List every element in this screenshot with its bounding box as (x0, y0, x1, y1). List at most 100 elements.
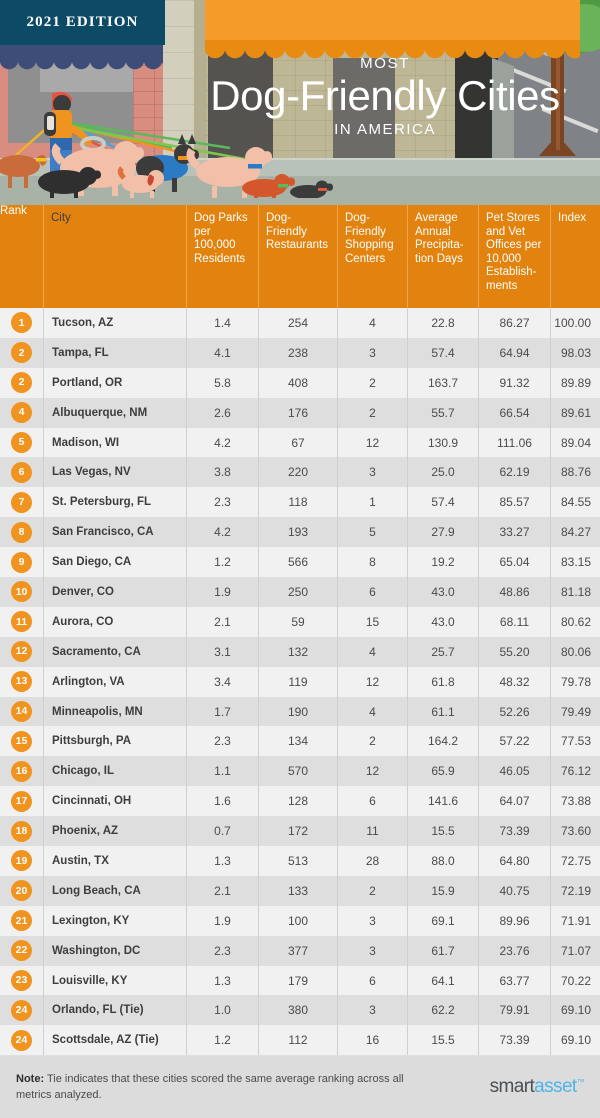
cell-shopping: 2 (337, 397, 407, 428)
rank-badge: 4 (11, 402, 32, 424)
cell-precipitation: 22.8 (407, 308, 478, 338)
cell-pet-stores: 111.06 (478, 427, 550, 458)
cell-dog-parks: 1.6 (186, 786, 258, 817)
cell-index: 77.53 (550, 726, 600, 757)
table-row[interactable]: 5 Madison, WI 4.2 67 12 130.9 111.06 89.04 (0, 427, 600, 458)
cell-shopping: 2 (337, 875, 407, 906)
cell-shopping: 4 (337, 308, 407, 338)
cell-shopping: 8 (337, 547, 407, 578)
smartasset-logo[interactable]: smartasset™ (489, 1076, 585, 1098)
cell-pet-stores: 33.27 (478, 517, 550, 548)
column-header-precipitation[interactable]: Average Annual Precipita-tion Days (407, 205, 478, 308)
table-row[interactable]: 15 Pittsburgh, PA 2.3 134 2 164.2 57.22 77.53 (0, 726, 600, 757)
table-row[interactable]: 14 Minneapolis, MN 1.7 190 4 61.1 52.26 79.49 (0, 696, 600, 727)
cell-index: 89.89 (550, 367, 600, 398)
table-row[interactable]: 11 Aurora, CO 2.1 59 15 43.0 68.11 80.62 (0, 606, 600, 637)
cell-rank: 4 (0, 398, 43, 428)
table-row[interactable]: 24 Orlando, FL (Tie) 1.0 380 3 62.2 79.91 69.10 (0, 995, 600, 1026)
cell-city: Pittsburgh, PA (43, 726, 186, 757)
cell-index: 88.76 (550, 457, 600, 488)
cell-rank: 6 (0, 457, 43, 487)
table-row[interactable]: 19 Austin, TX 1.3 513 28 88.0 64.80 72.75 (0, 846, 600, 876)
table-row[interactable]: 20 Long Beach, CA 2.1 133 2 15.9 40.75 72.19 (0, 875, 600, 906)
table-row[interactable]: 1 Tucson, AZ 1.4 254 4 22.8 86.27 100.00 (0, 308, 600, 338)
column-header-pet-stores[interactable]: Pet Stores and Vet Offices per 10,000 Es… (478, 205, 550, 308)
table-row[interactable]: 23 Louisville, KY 1.3 179 6 64.1 63.77 70.22 (0, 965, 600, 996)
rank-badge: 13 (11, 671, 32, 693)
table-row[interactable]: 21 Lexington, KY 1.9 100 3 69.1 89.96 71.91 (0, 905, 600, 936)
cell-pet-stores: 89.96 (478, 905, 550, 936)
cell-city: Cincinnati, OH (43, 786, 186, 817)
cell-city: Albuquerque, NM (43, 397, 186, 428)
cell-index: 73.88 (550, 786, 600, 817)
table-row[interactable]: 22 Washington, DC 2.3 377 3 61.7 23.76 71.07 (0, 935, 600, 966)
rank-badge: 16 (11, 760, 32, 782)
table-row[interactable]: 10 Denver, CO 1.9 250 6 43.0 48.86 81.18 (0, 577, 600, 607)
table-row[interactable]: 18 Phoenix, AZ 0.7 172 11 15.5 73.39 73.60 (0, 816, 600, 847)
cell-rank: 1 (0, 308, 43, 338)
column-header-shopping[interactable]: Dog-Friendly Shopping Centers (337, 205, 407, 308)
cell-pet-stores: 64.07 (478, 786, 550, 817)
cell-dog-parks: 2.1 (186, 606, 258, 637)
infographic-root: MOST Dog-Friendly Cities IN AMERICA 2021… (0, 0, 600, 1118)
column-header-dog-parks[interactable]: Dog Parks per 100,000 Residents (186, 205, 258, 308)
table-row[interactable]: 4 Albuquerque, NM 2.6 176 2 55.7 66.54 89.61 (0, 397, 600, 428)
cell-dog-parks: 3.4 (186, 666, 258, 697)
cell-rank: 7 (0, 487, 43, 517)
table-row[interactable]: 17 Cincinnati, OH 1.6 128 6 141.6 64.07 73.88 (0, 786, 600, 817)
cell-restaurants: 254 (258, 308, 337, 338)
cell-restaurants: 100 (258, 905, 337, 936)
cell-pet-stores: 48.32 (478, 666, 550, 697)
table-row[interactable]: 13 Arlington, VA 3.4 119 12 61.8 48.32 79.78 (0, 666, 600, 697)
cell-index: 100.00 (550, 308, 600, 338)
cell-precipitation: 25.0 (407, 457, 478, 488)
table-row[interactable]: 7 St. Petersburg, FL 2.3 118 1 57.4 85.57 84.55 (0, 487, 600, 518)
cell-city: Portland, OR (43, 367, 186, 398)
cell-precipitation: 164.2 (407, 726, 478, 757)
cell-rank: 17 (0, 786, 43, 816)
footer: Note: Tie indicates that these cities sc… (0, 1056, 600, 1118)
cell-rank: 5 (0, 428, 43, 458)
cell-precipitation: 25.7 (407, 636, 478, 667)
cell-restaurants: 193 (258, 517, 337, 548)
table-row[interactable]: 12 Sacramento, CA 3.1 132 4 25.7 55.20 80.06 (0, 636, 600, 667)
table-row[interactable]: 9 San Diego, CA 1.2 566 8 19.2 65.04 83.15 (0, 547, 600, 578)
column-header-city[interactable]: City (43, 205, 186, 308)
rank-badge: 21 (11, 910, 32, 932)
table-body: 1 Tucson, AZ 1.4 254 4 22.8 86.27 100.00 2 Tampa,… (0, 308, 600, 1056)
logo-word-asset: asset (534, 1076, 577, 1097)
cell-index: 89.04 (550, 427, 600, 458)
rank-badge: 14 (11, 701, 32, 723)
column-header-rank[interactable]: Rank (0, 205, 43, 308)
cell-rank: 10 (0, 577, 43, 607)
cell-restaurants: 220 (258, 457, 337, 488)
cell-restaurants: 190 (258, 696, 337, 727)
cell-dog-parks: 4.1 (186, 337, 258, 368)
table-row[interactable]: 2 Tampa, FL 4.1 238 3 57.4 64.94 98.03 (0, 337, 600, 368)
cell-precipitation: 43.0 (407, 606, 478, 637)
cell-shopping: 3 (337, 995, 407, 1026)
cell-pet-stores: 68.11 (478, 606, 550, 637)
table-row[interactable]: 24 Scottsdale, AZ (Tie) 1.2 112 16 15.5 73.39 6… (0, 1025, 600, 1056)
cell-rank: 8 (0, 517, 43, 547)
cell-dog-parks: 2.3 (186, 726, 258, 757)
cell-shopping: 5 (337, 517, 407, 548)
cell-rank: 2 (0, 368, 43, 398)
column-header-restaurants[interactable]: Dog-Friendly Restaurants (258, 205, 337, 308)
cell-pet-stores: 48.86 (478, 577, 550, 607)
logo-word-smart: smart (489, 1076, 535, 1097)
column-header-index[interactable]: Index (550, 205, 600, 308)
cell-dog-parks: 1.7 (186, 696, 258, 727)
rank-badge: 8 (11, 521, 32, 543)
table-row[interactable]: 16 Chicago, IL 1.1 570 12 65.9 46.05 76.12 (0, 756, 600, 787)
cell-dog-parks: 1.1 (186, 756, 258, 787)
cell-pet-stores: 62.19 (478, 457, 550, 488)
footnote-text: Tie indicates that these cities scored t… (16, 1073, 404, 1101)
table-row[interactable]: 8 San Francisco, CA 4.2 193 5 27.9 33.27 84.27 (0, 517, 600, 548)
table-row[interactable]: 6 Las Vegas, NV 3.8 220 3 25.0 62.19 88.76 (0, 457, 600, 488)
logo-trademark-icon: ™ (576, 1077, 585, 1087)
cell-rank: 2 (0, 338, 43, 368)
cell-precipitation: 57.4 (407, 487, 478, 518)
table-row[interactable]: 2 Portland, OR 5.8 408 2 163.7 91.32 89.89 (0, 367, 600, 398)
cell-precipitation: 15.9 (407, 875, 478, 906)
